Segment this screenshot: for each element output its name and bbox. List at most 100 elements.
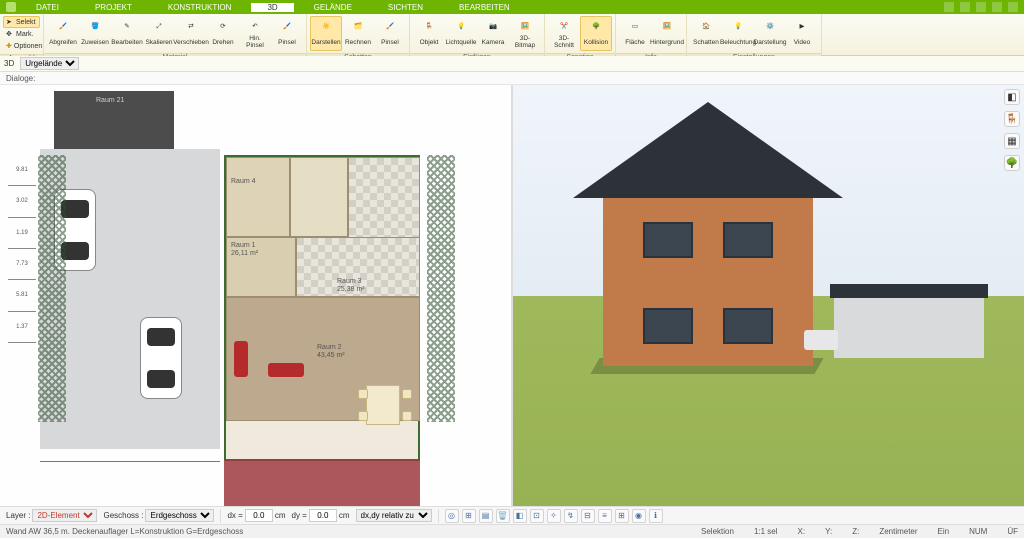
ribbon-options[interactable]: ✚Optionen xyxy=(3,40,40,52)
ribbon-video[interactable]: ▶Video xyxy=(786,16,818,51)
objekt-icon: 🪑 xyxy=(421,18,437,34)
status-uf: ÜF xyxy=(1007,527,1018,536)
terrace xyxy=(224,459,420,506)
view-furniture-icon[interactable]: 🪑 xyxy=(1004,111,1020,127)
bottom-tool-4[interactable]: ◧ xyxy=(513,509,527,523)
bottom-tool-6[interactable]: ✧ xyxy=(547,509,561,523)
lichtquelle-icon: 💡 xyxy=(453,18,469,34)
mark-icon: ✥ xyxy=(6,30,14,38)
pinsel-icon: 🖌️ xyxy=(382,18,398,34)
bottom-tool-8[interactable]: ⊟ xyxy=(581,509,595,523)
bottom-toolbar: Layer : 2D-Element Geschoss : Erdgeschos… xyxy=(0,506,1024,524)
bottom-tool-11[interactable]: ◉ xyxy=(632,509,646,523)
ribbon-pinsel[interactable]: 🖌️Pinsel xyxy=(271,16,303,51)
-d-bitmap-icon: 🖼️ xyxy=(517,18,533,34)
bottom-tool-10[interactable]: ⊞ xyxy=(615,509,629,523)
ribbon-verschieben[interactable]: ⇄Verschieben xyxy=(175,16,207,51)
dim-ruler xyxy=(40,461,220,469)
terrain-select[interactable]: Urgelände xyxy=(20,57,79,70)
car-symbol xyxy=(140,317,182,399)
status-num: NUM xyxy=(969,527,987,536)
ribbon-bearbeiten[interactable]: ✎Bearbeiten xyxy=(111,16,143,51)
ribbon-hintergrund[interactable]: 🖼️Hintergrund xyxy=(651,16,683,51)
ribbon-pinsel[interactable]: 🖌️Pinsel xyxy=(374,16,406,51)
hin-pinsel-icon: ↶ xyxy=(247,18,263,34)
ribbon-lichtquelle[interactable]: 💡Lichtquelle xyxy=(445,16,477,51)
bottom-tool-1[interactable]: ⊞ xyxy=(462,509,476,523)
ribbon--d-bitmap[interactable]: 🖼️3D-Bitmap xyxy=(509,16,541,51)
darstellen-icon: ☀️ xyxy=(318,18,334,34)
beleuchtung-icon: 💡 xyxy=(730,18,746,34)
ribbon-rechnen[interactable]: 🗂️Rechnen xyxy=(342,16,374,51)
3d-view[interactable]: ◧ 🪑 ▦ 🌳 xyxy=(513,85,1024,506)
dy-input[interactable] xyxy=(309,509,337,522)
chair-icon xyxy=(358,411,368,421)
menu-bearbeiten[interactable]: BEARBEITEN xyxy=(443,3,526,12)
dx-input[interactable] xyxy=(245,509,273,522)
ribbon-mark[interactable]: ✥Mark. xyxy=(3,28,40,40)
workspace: 9.813.021.19 7.735.811.37 Raum 21 Raum 4… xyxy=(0,85,1024,506)
bottom-tool-9[interactable]: ≡ xyxy=(598,509,612,523)
view-subbar: 3D Urgelände xyxy=(0,56,1024,72)
window-tool-icon[interactable] xyxy=(960,2,970,12)
ribbon-select[interactable]: ➤Selekt xyxy=(3,16,40,28)
view-plants-icon[interactable]: 🌳 xyxy=(1004,155,1020,171)
ribbon-kollision[interactable]: 🌳Kollision xyxy=(580,16,612,51)
bottom-tool-3[interactable]: 🗑️ xyxy=(496,509,510,523)
menu-bar: DATEI PROJEKT KONSTRUKTION 3D GELÄNDE SI… xyxy=(0,0,1024,14)
menu-sichten[interactable]: SICHTEN xyxy=(372,3,439,12)
bottom-tool-0[interactable]: ◎ xyxy=(445,509,459,523)
hintergrund-icon: 🖼️ xyxy=(659,18,675,34)
ribbon-hin-pinsel[interactable]: ↶Hin. Pinsel xyxy=(239,16,271,51)
pinsel-icon: 🖌️ xyxy=(279,18,295,34)
bottom-tool-5[interactable]: ⊡ xyxy=(530,509,544,523)
window-max-icon[interactable] xyxy=(992,2,1002,12)
ribbon--d-schnitt[interactable]: ✂️3D-Schnitt xyxy=(548,16,580,51)
status-ein: Ein xyxy=(938,527,950,536)
darstellung-icon: ⚙️ xyxy=(762,18,778,34)
view-layers-icon[interactable]: ◧ xyxy=(1004,89,1020,105)
ribbon-schatten[interactable]: 🏠Schatten xyxy=(690,16,722,51)
coord-mode-select[interactable]: dx,dy relativ zu xyxy=(356,509,432,522)
window-icon xyxy=(643,308,693,344)
staircase xyxy=(290,157,348,237)
bottom-tool-12[interactable]: ℹ xyxy=(649,509,663,523)
chair-icon xyxy=(358,389,368,399)
status-z: Z: xyxy=(852,527,859,536)
bottom-tool-2[interactable]: ▤ xyxy=(479,509,493,523)
kamera-icon: 📷 xyxy=(485,18,501,34)
window-close-icon[interactable] xyxy=(1008,2,1018,12)
menu-datei[interactable]: DATEI xyxy=(20,3,75,12)
garage-3d xyxy=(834,294,984,358)
-d-schnitt-icon: ✂️ xyxy=(556,18,572,34)
view-materials-icon[interactable]: ▦ xyxy=(1004,133,1020,149)
menu-projekt[interactable]: PROJEKT xyxy=(79,3,148,12)
ribbon-darstellung[interactable]: ⚙️Darstellung xyxy=(754,16,786,51)
menu-3d[interactable]: 3D xyxy=(251,3,293,12)
window-help-icon[interactable] xyxy=(944,2,954,12)
bottom-tool-7[interactable]: ↯ xyxy=(564,509,578,523)
ribbon: ➤Selekt ✥Mark. ✚Optionen Auswahl 🖌️Abgre… xyxy=(0,14,1024,56)
sofa-icon xyxy=(234,341,248,377)
ribbon-beleuchtung[interactable]: 💡Beleuchtung xyxy=(722,16,754,51)
window-min-icon[interactable] xyxy=(976,2,986,12)
ribbon-fl-che[interactable]: ▭Fläche xyxy=(619,16,651,51)
ribbon-darstellen[interactable]: ☀️Darstellen xyxy=(310,16,342,51)
ribbon-zuweisen[interactable]: 🪣Zuweisen xyxy=(79,16,111,51)
layer-select[interactable]: 2D-Element xyxy=(32,509,97,522)
menu-gelaende[interactable]: GELÄNDE xyxy=(298,3,368,12)
floorplan-view[interactable]: 9.813.021.19 7.735.811.37 Raum 21 Raum 4… xyxy=(0,85,513,506)
skalieren-icon: ⤢ xyxy=(151,18,167,34)
floor-select[interactable]: Erdgeschoss xyxy=(145,509,214,522)
ribbon-abgreifen[interactable]: 🖌️Abgreifen xyxy=(47,16,79,51)
chair-icon xyxy=(402,389,412,399)
view-side-toolbar: ◧ 🪑 ▦ 🌳 xyxy=(1002,89,1022,171)
ribbon-skalieren[interactable]: ⤢Skalieren xyxy=(143,16,175,51)
plus-icon: ✚ xyxy=(6,42,12,50)
ribbon-drehen[interactable]: ⟳Drehen xyxy=(207,16,239,51)
video-icon: ▶ xyxy=(794,18,810,34)
ribbon-objekt[interactable]: 🪑Objekt xyxy=(413,16,445,51)
menu-konstruktion[interactable]: KONSTRUKTION xyxy=(152,3,248,12)
ribbon-kamera[interactable]: 📷Kamera xyxy=(477,16,509,51)
rechnen-icon: 🗂️ xyxy=(350,18,366,34)
